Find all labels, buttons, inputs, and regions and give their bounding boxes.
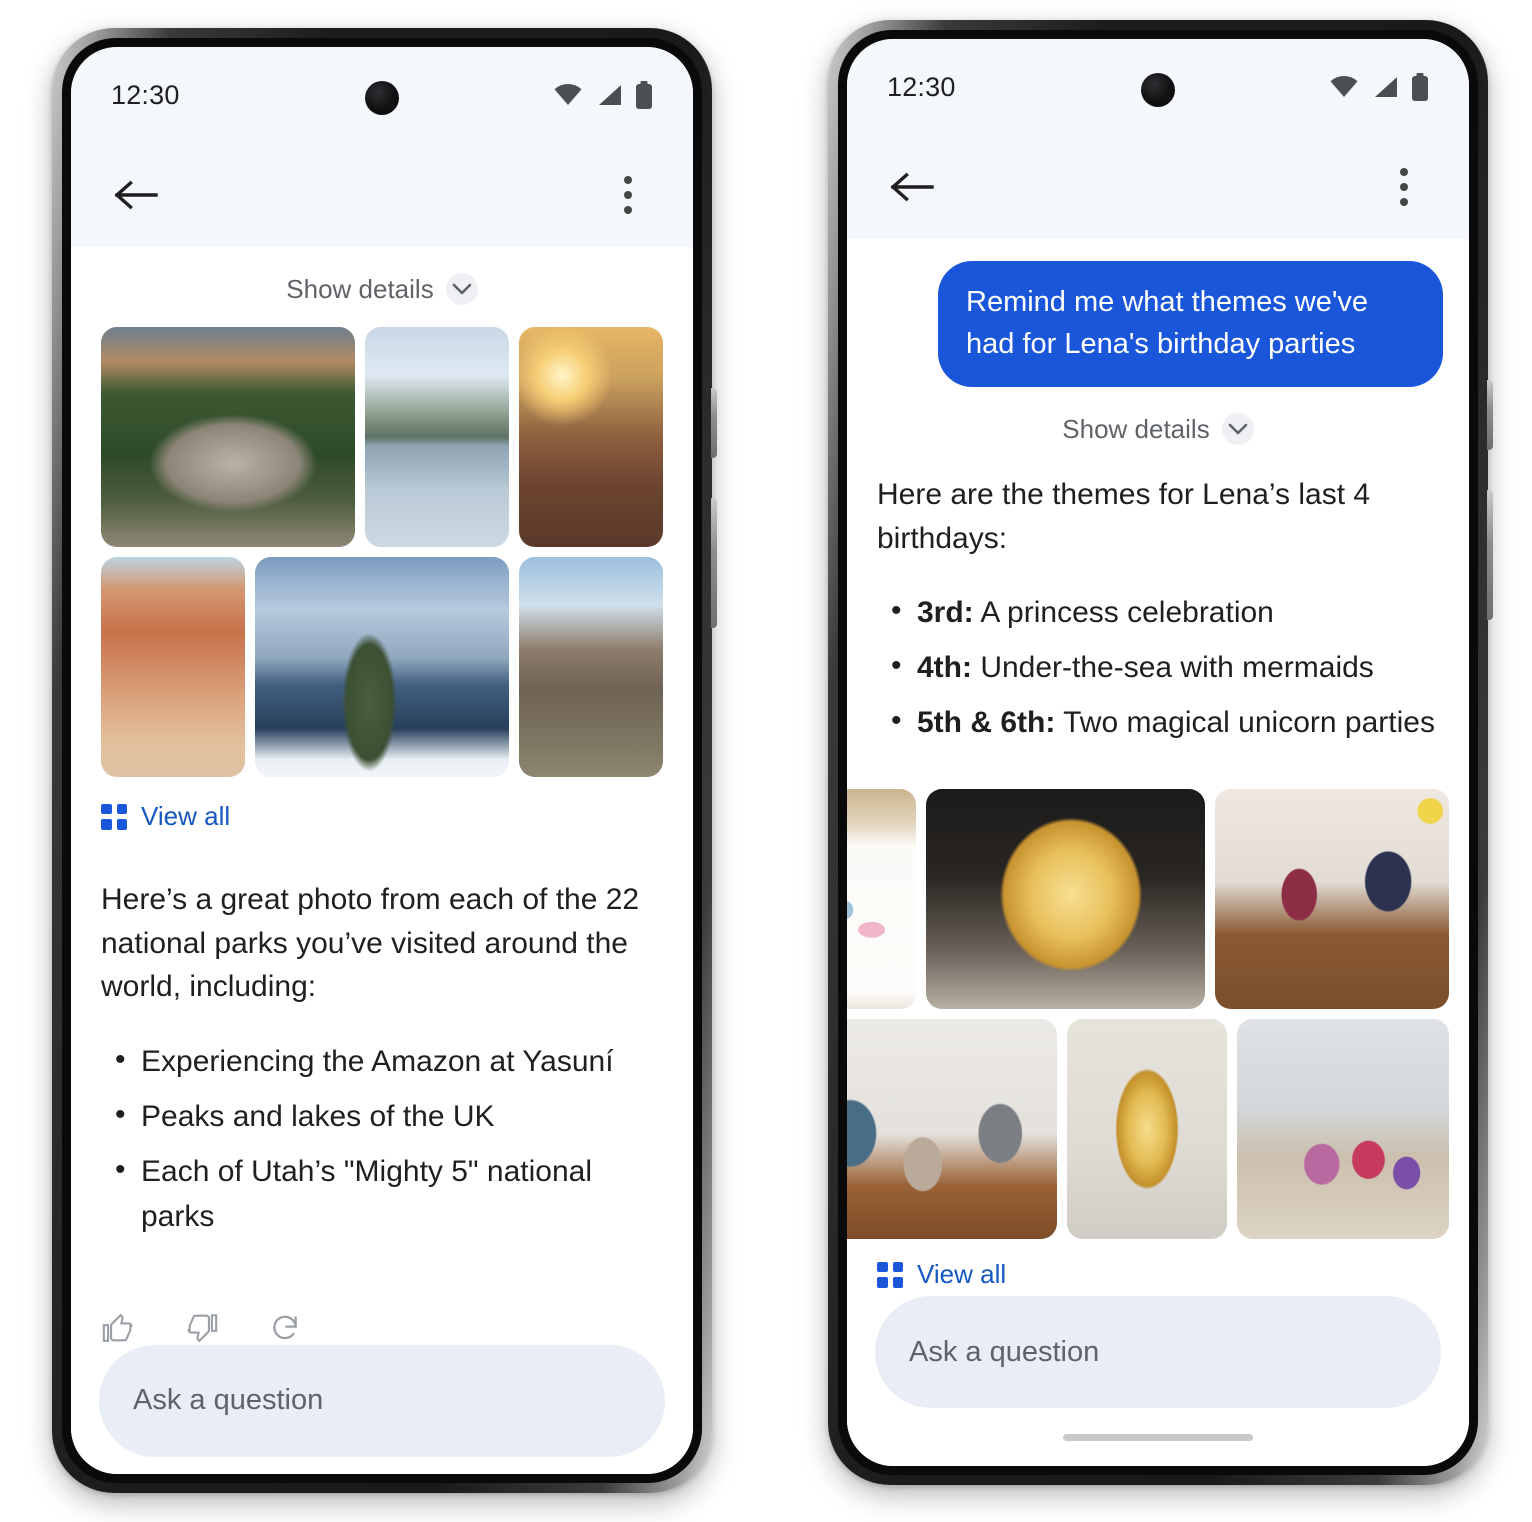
front-camera-punch-hole — [365, 81, 399, 115]
status-clock: 12:30 — [887, 71, 956, 102]
photo-uk-lake-and-peaks[interactable] — [365, 327, 510, 547]
bullet-text: Two magical unicorn parties — [1055, 706, 1435, 740]
home-indicator[interactable] — [1063, 1433, 1253, 1441]
list-item: Experiencing the Amazon at Yasuní — [101, 1037, 663, 1084]
view-all-button[interactable]: View all — [847, 1239, 1469, 1290]
photo-crater-lake-portrait[interactable] — [254, 557, 510, 777]
photo-grid-row — [847, 1019, 1449, 1240]
ask-question-input[interactable]: Ask a question — [99, 1344, 665, 1457]
photo-grid-right[interactable] — [847, 789, 1469, 1240]
ask-question-placeholder: Ask a question — [909, 1335, 1100, 1368]
app-bar-right — [847, 135, 1469, 239]
bullet-text: Each of Utah’s "Mighty 5" national parks — [141, 1154, 592, 1233]
photo-grid-row — [101, 557, 663, 777]
photo-under-the-sea-invitation[interactable] — [847, 789, 917, 1010]
photo-family-portrait-at-table[interactable] — [847, 1019, 1058, 1240]
photo-grid-row — [847, 789, 1449, 1010]
back-arrow-icon[interactable] — [109, 168, 163, 222]
answer-bullet-list: 3rd: A princess celebration 4th: Under-t… — [877, 588, 1439, 745]
status-bar-right: 12:30 — [847, 39, 1469, 135]
volume-button-right[interactable] — [1487, 490, 1493, 620]
status-bar-left: 12:30 — [71, 47, 693, 143]
answer-bullet-list: Experiencing the Amazon at Yasuní Peaks … — [101, 1037, 663, 1239]
list-item: Peaks and lakes of the UK — [101, 1092, 663, 1139]
home-indicator-wrap-left — [71, 1457, 693, 1475]
show-details-toggle[interactable]: Show details — [847, 387, 1469, 467]
conversation-content-left: Show details View all Here’s a great pho… — [71, 247, 693, 1474]
photo-grid-left[interactable] — [71, 327, 693, 777]
screenshot-stage: 12:30 Show details View all Here’s a gre… — [0, 0, 1532, 1522]
photo-sunrise-rocky-ridge[interactable] — [519, 327, 663, 547]
wifi-icon — [1329, 75, 1359, 99]
status-clock: 12:30 — [111, 79, 180, 110]
assistant-answer-left: Here’s a great photo from each of the 22… — [71, 878, 693, 1249]
list-item: 4th: Under-the-sea with mermaids — [877, 643, 1439, 690]
more-options-icon[interactable] — [1377, 160, 1431, 214]
regenerate-icon[interactable] — [269, 1312, 301, 1344]
conversation-content-right: Remind me what themes we've had for Lena… — [847, 239, 1469, 1466]
show-details-label: Show details — [286, 273, 434, 304]
ask-question-placeholder: Ask a question — [133, 1384, 324, 1416]
cellular-signal-icon — [1371, 75, 1399, 99]
phone-device-right: 12:30 Remind me what themes we've had fo… — [828, 20, 1493, 1485]
photo-gold-six-balloon[interactable] — [1067, 1019, 1228, 1240]
back-arrow-icon[interactable] — [885, 160, 939, 214]
home-indicator-wrap-right — [847, 1408, 1469, 1466]
view-all-label: View all — [141, 801, 231, 831]
ask-question-input[interactable]: Ask a question — [875, 1296, 1441, 1408]
answer-paragraph: Here’s a great photo from each of the 22… — [101, 883, 640, 1003]
photo-gift-table-at-party[interactable] — [1237, 1019, 1449, 1240]
more-options-icon[interactable] — [601, 168, 655, 222]
bullet-label: 4th: — [917, 651, 972, 685]
bullet-text: Peaks and lakes of the UK — [141, 1099, 495, 1133]
power-button-right[interactable] — [1487, 380, 1493, 450]
chevron-down-icon — [445, 273, 478, 305]
status-icons — [1329, 73, 1429, 101]
battery-icon — [635, 81, 653, 109]
bullet-text: Under-the-sea with mermaids — [972, 651, 1374, 685]
photo-bryce-canyon-hoodoos[interactable] — [101, 557, 245, 777]
photo-gold-four-balloon-girl[interactable] — [926, 789, 1205, 1010]
bullet-label: 3rd: — [917, 596, 974, 630]
phone-bezel-right: 12:30 Remind me what themes we've had fo… — [838, 30, 1478, 1475]
answer-paragraph: Here are the themes for Lena’s last 4 bi… — [877, 478, 1371, 555]
list-item: 5th & 6th: Two magical unicorn parties — [877, 698, 1439, 745]
grid-view-icon — [877, 1261, 903, 1288]
photo-girl-and-dad-with-cake[interactable] — [1214, 789, 1449, 1010]
bullet-text: A princess celebration — [973, 596, 1274, 630]
grid-view-icon — [101, 803, 127, 830]
volume-button-left[interactable] — [711, 498, 717, 628]
battery-icon — [1411, 73, 1429, 101]
list-item: 3rd: A princess celebration — [877, 588, 1439, 635]
view-all-button[interactable]: View all — [71, 777, 693, 832]
wifi-icon — [553, 83, 583, 107]
cellular-signal-icon — [595, 83, 623, 107]
chevron-down-icon — [1221, 413, 1254, 446]
app-bar-left — [71, 143, 693, 247]
show-details-label: Show details — [1062, 413, 1210, 444]
phone-screen-right: 12:30 Remind me what themes we've had fo… — [847, 39, 1469, 1466]
photo-amazon-canopy-selfie[interactable] — [101, 327, 356, 547]
power-button-left[interactable] — [711, 388, 717, 458]
status-icons — [553, 81, 653, 109]
list-item: Each of Utah’s "Mighty 5" national parks — [101, 1147, 663, 1239]
phone-bezel-left: 12:30 Show details View all Here’s a gre… — [62, 38, 702, 1483]
phone-device-left: 12:30 Show details View all Here’s a gre… — [52, 28, 717, 1493]
assistant-answer-right: Here are the themes for Lena’s last 4 bi… — [847, 473, 1469, 755]
bullet-text: Experiencing the Amazon at Yasuní — [141, 1044, 614, 1078]
feedback-row-left — [71, 1311, 693, 1345]
thumb-up-icon[interactable] — [101, 1311, 135, 1345]
thumb-down-icon[interactable] — [185, 1311, 219, 1345]
photo-zion-canyon-view[interactable] — [519, 557, 663, 777]
show-details-toggle[interactable]: Show details — [71, 247, 693, 327]
photo-grid-row — [101, 327, 663, 547]
composer-right: Ask a question — [847, 1296, 1469, 1408]
phone-screen-left: 12:30 Show details View all Here’s a gre… — [71, 47, 693, 1474]
user-message-row: Remind me what themes we've had for Lena… — [847, 239, 1469, 388]
front-camera-punch-hole — [1141, 73, 1175, 107]
user-message-bubble: Remind me what themes we've had for Lena… — [938, 261, 1443, 388]
view-all-label: View all — [917, 1259, 1007, 1290]
bullet-label: 5th & 6th: — [917, 706, 1056, 740]
composer-left: Ask a question — [71, 1344, 693, 1457]
